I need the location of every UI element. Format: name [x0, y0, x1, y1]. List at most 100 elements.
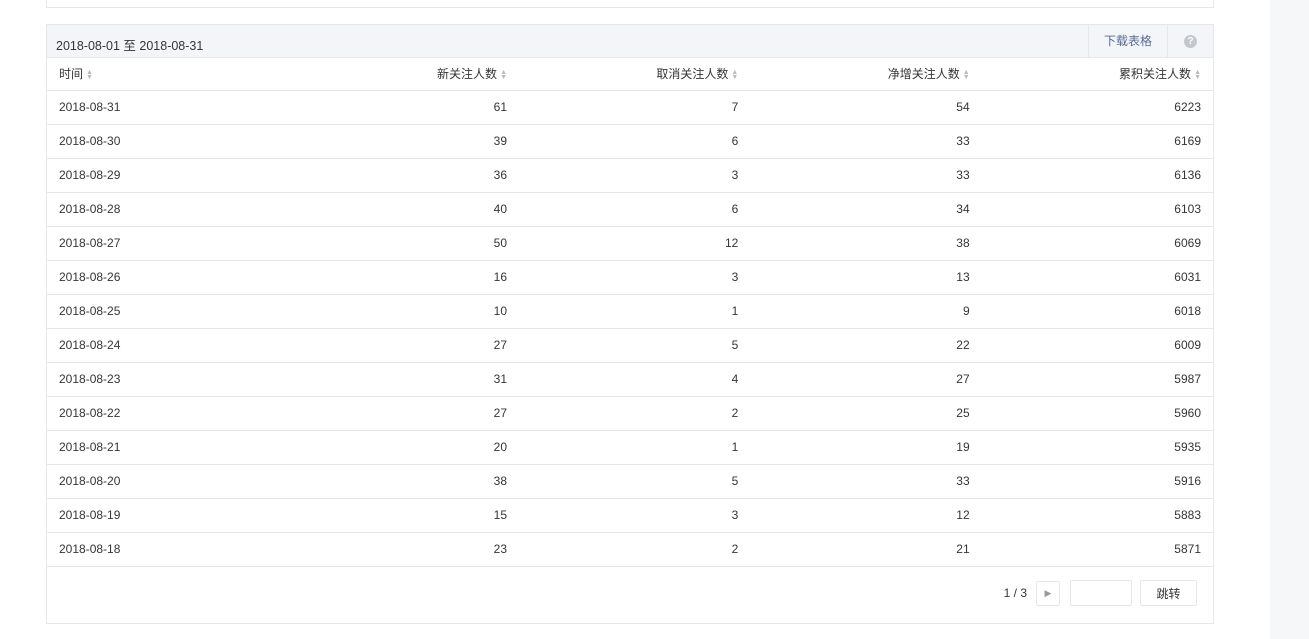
table-cell: 2018-08-24 [47, 328, 283, 363]
table-cell: 10 [283, 294, 519, 329]
column-header-label: 取消关注人数 [656, 67, 729, 82]
table-cell: 2018-08-23 [47, 362, 283, 397]
table-header-bar: 2018-08-01 至 2018-08-31 下载表格 ? [47, 25, 1213, 58]
table-cell: 6 [519, 124, 751, 159]
table-row: 2018-08-21 20 1 19 5935 [47, 430, 1213, 465]
right-sidebar [1270, 0, 1309, 639]
table-cell: 9 [750, 294, 982, 329]
table-cell: 61 [283, 90, 519, 125]
table-cell: 4 [519, 362, 751, 397]
table-cell: 5987 [981, 362, 1213, 397]
table-cell: 3 [519, 158, 751, 193]
date-range: 2018-08-01 至 2018-08-31 [56, 39, 204, 53]
table-cell: 6031 [981, 260, 1213, 295]
table-cell: 2018-08-22 [47, 396, 283, 431]
table-cell: 2018-08-26 [47, 260, 283, 295]
table-cell: 2018-08-30 [47, 124, 283, 159]
table-cell: 6009 [981, 328, 1213, 363]
table-cell: 2018-08-27 [47, 226, 283, 261]
table-cell: 2018-08-28 [47, 192, 283, 227]
table-cell: 2018-08-18 [47, 532, 283, 567]
table-cell: 5935 [981, 430, 1213, 465]
table-cell: 22 [750, 328, 982, 363]
table-row: 2018-08-30 39 6 33 6169 [47, 124, 1213, 159]
table-row: 2018-08-18 23 2 21 5871 [47, 532, 1213, 567]
table-cell: 2018-08-20 [47, 464, 283, 499]
next-page-button[interactable]: ▶ [1036, 580, 1060, 606]
table-cell: 2 [519, 396, 751, 431]
column-header-label: 净增关注人数 [887, 67, 960, 82]
table-cell: 13 [750, 260, 982, 295]
table-cell: 2018-08-19 [47, 498, 283, 533]
table-cell: 40 [283, 192, 519, 227]
table-cell: 5960 [981, 396, 1213, 431]
table-cell: 54 [750, 90, 982, 125]
table-cell: 1 [519, 430, 751, 465]
table-cell: 33 [750, 464, 982, 499]
table-cell: 2018-08-21 [47, 430, 283, 465]
table-cell: 36 [283, 158, 519, 193]
table-cell: 2018-08-29 [47, 158, 283, 193]
table-cell: 33 [750, 124, 982, 159]
column-header-label: 时间 [59, 67, 84, 82]
table-row: 2018-08-24 27 5 22 6009 [47, 328, 1213, 363]
column-header[interactable]: 新关注人数 ▲ ▼ [283, 58, 519, 91]
table-cell: 27 [750, 362, 982, 397]
table-cell: 15 [283, 498, 519, 533]
table-cell: 39 [283, 124, 519, 159]
sort-icon[interactable]: ▲ ▼ [963, 69, 970, 81]
table-row: 2018-08-22 27 2 25 5960 [47, 396, 1213, 431]
sort-icon[interactable]: ▲ ▼ [500, 69, 507, 81]
table-cell: 5871 [981, 532, 1213, 567]
table-cell: 34 [750, 192, 982, 227]
sort-icon[interactable]: ▲ ▼ [86, 69, 93, 81]
table-cell: 6136 [981, 158, 1213, 193]
column-header[interactable]: 累积关注人数 ▲ ▼ [981, 58, 1213, 91]
table-cell: 19 [750, 430, 982, 465]
table-row: 2018-08-20 38 5 33 5916 [47, 464, 1213, 499]
pagination: 1 / 3 ▶ 跳转 [1004, 580, 1197, 606]
table-cell: 2018-08-25 [47, 294, 283, 329]
table-cell: 2018-08-31 [47, 90, 283, 125]
table-cell: 16 [283, 260, 519, 295]
table-cell: 3 [519, 260, 751, 295]
jump-button[interactable]: 跳转 [1140, 580, 1197, 606]
table-cell: 12 [750, 498, 982, 533]
column-header[interactable]: 净增关注人数 ▲ ▼ [750, 58, 982, 91]
table-cell: 50 [283, 226, 519, 261]
table-cell: 21 [750, 532, 982, 567]
table-cell: 1 [519, 294, 751, 329]
data-table-panel: 2018-08-01 至 2018-08-31 下载表格 ? 时间 ▲ ▼ 新关注人数… [46, 24, 1214, 624]
column-header-label: 累积关注人数 [1119, 67, 1192, 82]
table-cell: 38 [283, 464, 519, 499]
column-header[interactable]: 取消关注人数 ▲ ▼ [519, 58, 751, 91]
table-cell: 31 [283, 362, 519, 397]
table-row: 2018-08-28 40 6 34 6103 [47, 192, 1213, 227]
table-row: 2018-08-27 50 12 38 6069 [47, 226, 1213, 261]
sort-icon[interactable]: ▲ ▼ [731, 69, 738, 81]
table-row: 2018-08-19 15 3 12 5883 [47, 498, 1213, 533]
sort-icon[interactable]: ▲ ▼ [1194, 69, 1201, 81]
column-header[interactable]: 时间 ▲ ▼ [47, 58, 283, 91]
table-cell: 25 [750, 396, 982, 431]
table-cell: 27 [283, 396, 519, 431]
table-cell: 23 [283, 532, 519, 567]
download-table-button[interactable]: 下载表格 [1088, 25, 1168, 57]
help-icon[interactable]: ? [1184, 35, 1197, 48]
table-cell: 2 [519, 532, 751, 567]
table-cell: 3 [519, 498, 751, 533]
table-row: 2018-08-25 10 1 9 6018 [47, 294, 1213, 329]
table-cell: 20 [283, 430, 519, 465]
table-row: 2018-08-31 61 7 54 6223 [47, 90, 1213, 125]
table-row: 2018-08-29 36 3 33 6136 [47, 158, 1213, 193]
table-cell: 5916 [981, 464, 1213, 499]
table-cell: 5 [519, 328, 751, 363]
table-cell: 7 [519, 90, 751, 125]
table-cell: 38 [750, 226, 982, 261]
table-cell: 5 [519, 464, 751, 499]
table-cell: 5883 [981, 498, 1213, 533]
table-cell: 12 [519, 226, 751, 261]
page-jump-input[interactable] [1070, 580, 1132, 606]
table-cell: 6223 [981, 90, 1213, 125]
table-cell: 6169 [981, 124, 1213, 159]
